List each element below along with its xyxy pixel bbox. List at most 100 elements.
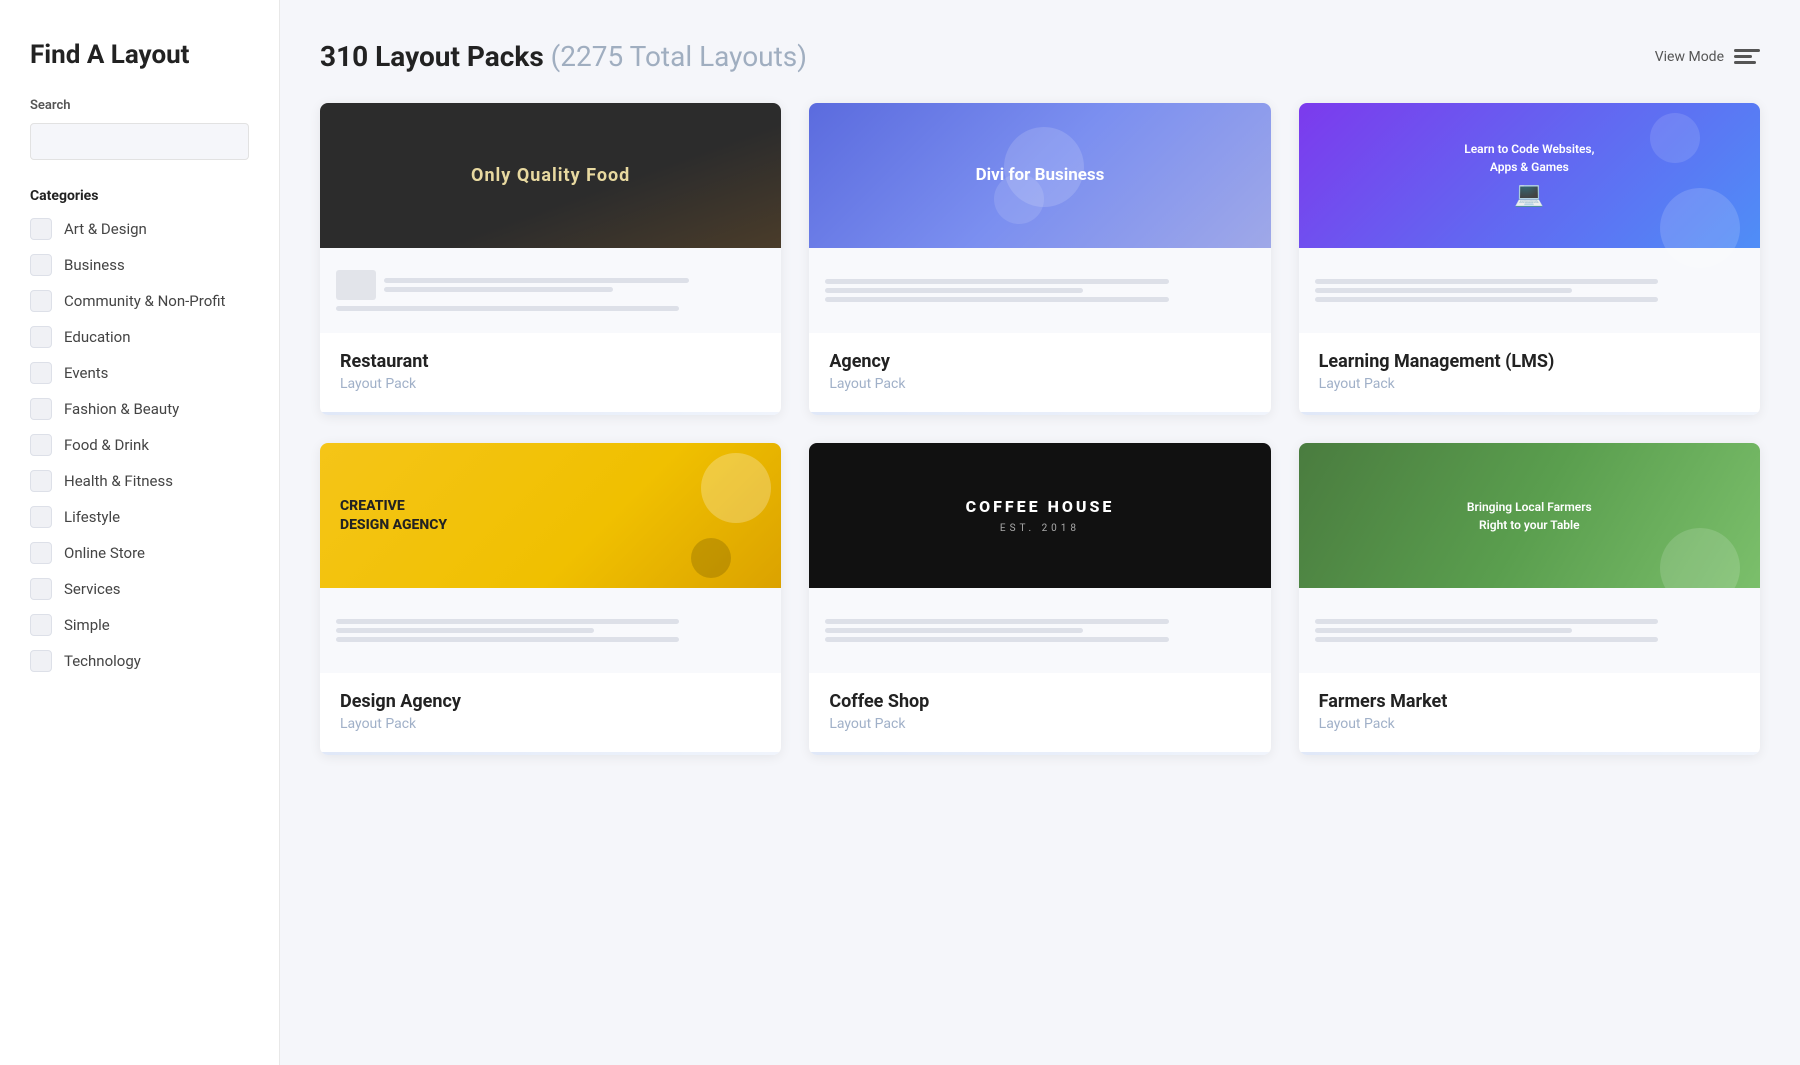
category-checkbox[interactable] [30, 290, 52, 312]
card-pack-name: Farmers Market [1319, 691, 1740, 712]
category-name: Lifestyle [64, 508, 120, 526]
preview-text: Bringing Local FarmersRight to your Tabl… [1467, 498, 1592, 534]
card-preview-image: Bringing Local FarmersRight to your Tabl… [1299, 443, 1760, 673]
category-checkbox[interactable] [30, 218, 52, 240]
main-header: 310 Layout Packs (2275 Total Layouts) Vi… [320, 40, 1760, 73]
category-checkbox[interactable] [30, 578, 52, 600]
sidebar-title: Find A Layout [30, 40, 249, 70]
card-preview-image: Only Quality Food [320, 103, 781, 333]
card-bottom-accent [1299, 752, 1760, 755]
category-name: Education [64, 328, 131, 346]
view-mode-button[interactable]: View Mode [1655, 47, 1760, 67]
search-label: Search [30, 98, 249, 113]
card-preview-image: Learn to Code Websites,Apps & Games💻 [1299, 103, 1760, 333]
layout-card[interactable]: Only Quality Food Restaurant Layout Pack [320, 103, 781, 415]
preview-text: COFFEE HOUSEEST. 2018 [966, 497, 1115, 535]
card-preview-bottom [320, 248, 781, 333]
card-info: Design Agency Layout Pack [320, 673, 781, 752]
card-pack-type: Layout Pack [1319, 716, 1740, 732]
view-mode-label: View Mode [1655, 49, 1724, 65]
category-item[interactable]: Business [30, 254, 249, 276]
preview-text: Only Quality Food [471, 165, 630, 186]
card-info: Coffee Shop Layout Pack [809, 673, 1270, 752]
category-item[interactable]: Services [30, 578, 249, 600]
category-name: Simple [64, 616, 110, 634]
card-pack-type: Layout Pack [340, 716, 761, 732]
card-pack-type: Layout Pack [829, 716, 1250, 732]
category-item[interactable]: Education [30, 326, 249, 348]
category-checkbox[interactable] [30, 614, 52, 636]
card-preview-image: COFFEE HOUSEEST. 2018 [809, 443, 1270, 673]
category-name: Business [64, 256, 125, 274]
main-title: 310 Layout Packs (2275 Total Layouts) [320, 40, 807, 73]
category-name: Services [64, 580, 121, 598]
category-name: Online Store [64, 544, 145, 562]
category-item[interactable]: Events [30, 362, 249, 384]
category-checkbox[interactable] [30, 398, 52, 420]
category-checkbox[interactable] [30, 326, 52, 348]
card-pack-name: Coffee Shop [829, 691, 1250, 712]
card-info: Agency Layout Pack [809, 333, 1270, 412]
category-item[interactable]: Lifestyle [30, 506, 249, 528]
view-mode-icon [1734, 47, 1760, 67]
category-name: Health & Fitness [64, 472, 173, 490]
category-checkbox[interactable] [30, 506, 52, 528]
preview-text: Learn to Code Websites,Apps & Games💻 [1464, 140, 1594, 212]
category-name: Food & Drink [64, 436, 149, 454]
card-pack-name: Agency [829, 351, 1250, 372]
sidebar: Find A Layout Search Categories Art & De… [0, 0, 280, 1065]
category-checkbox[interactable] [30, 542, 52, 564]
card-preview-image: Divi for Business [809, 103, 1270, 333]
category-item[interactable]: Health & Fitness [30, 470, 249, 492]
layout-card[interactable]: Bringing Local FarmersRight to your Tabl… [1299, 443, 1760, 755]
card-preview-bottom [809, 588, 1270, 673]
search-input[interactable] [30, 123, 249, 160]
category-checkbox[interactable] [30, 470, 52, 492]
card-bottom-accent [1299, 412, 1760, 415]
card-bottom-accent [809, 752, 1270, 755]
category-name: Fashion & Beauty [64, 400, 179, 418]
category-item[interactable]: Simple [30, 614, 249, 636]
category-item[interactable]: Online Store [30, 542, 249, 564]
card-pack-name: Design Agency [340, 691, 761, 712]
category-name: Events [64, 364, 108, 382]
layout-card[interactable]: Learn to Code Websites,Apps & Games💻 Lea… [1299, 103, 1760, 415]
card-info: Restaurant Layout Pack [320, 333, 781, 412]
total-layouts-count: (2275 Total Layouts) [551, 40, 807, 73]
category-checkbox[interactable] [30, 254, 52, 276]
card-bottom-accent [320, 412, 781, 415]
category-checkbox[interactable] [30, 434, 52, 456]
card-pack-name: Restaurant [340, 351, 761, 372]
card-bottom-accent [809, 412, 1270, 415]
card-info: Farmers Market Layout Pack [1299, 673, 1760, 752]
category-item[interactable]: Food & Drink [30, 434, 249, 456]
card-preview-bottom [320, 588, 781, 673]
app-container: Find A Layout Search Categories Art & De… [0, 0, 1800, 1065]
layout-card[interactable]: CREATIVEDESIGN AGENCY Design Agency Layou… [320, 443, 781, 755]
category-checkbox[interactable] [30, 650, 52, 672]
category-name: Art & Design [64, 220, 147, 238]
category-item[interactable]: Art & Design [30, 218, 249, 240]
card-preview-image: CREATIVEDESIGN AGENCY [320, 443, 781, 673]
category-item[interactable]: Community & Non-Profit [30, 290, 249, 312]
layout-card[interactable]: Divi for Business Agency Layout Pack [809, 103, 1270, 415]
layout-pack-count: 310 Layout Packs [320, 40, 544, 73]
category-list: Art & Design Business Community & Non-Prof… [30, 218, 249, 672]
card-pack-type: Layout Pack [829, 376, 1250, 392]
category-name: Community & Non-Profit [64, 292, 225, 310]
main-content: 310 Layout Packs (2275 Total Layouts) Vi… [280, 0, 1800, 1065]
categories-label: Categories [30, 188, 249, 204]
card-bottom-accent [320, 752, 781, 755]
card-preview-bottom [1299, 588, 1760, 673]
category-checkbox[interactable] [30, 362, 52, 384]
card-pack-type: Layout Pack [1319, 376, 1740, 392]
category-name: Technology [64, 652, 141, 670]
layout-grid: Only Quality Food Restaurant Layout Pack [320, 103, 1760, 755]
category-item[interactable]: Technology [30, 650, 249, 672]
card-info: Learning Management (LMS) Layout Pack [1299, 333, 1760, 412]
card-pack-type: Layout Pack [340, 376, 761, 392]
category-item[interactable]: Fashion & Beauty [30, 398, 249, 420]
card-pack-name: Learning Management (LMS) [1319, 351, 1740, 372]
layout-card[interactable]: COFFEE HOUSEEST. 2018 Coffee Shop Layout … [809, 443, 1270, 755]
preview-text: CREATIVEDESIGN AGENCY [340, 497, 447, 533]
